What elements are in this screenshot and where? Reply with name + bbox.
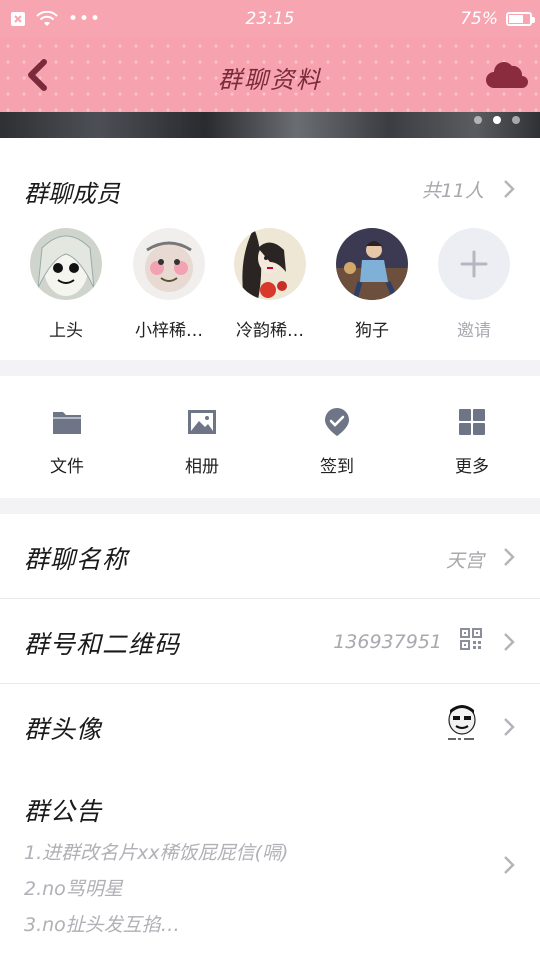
tool-label: 文件 [50, 457, 84, 477]
tool-files[interactable]: 文件 [17, 406, 117, 477]
member-item[interactable]: 冷韵稀… [220, 228, 320, 341]
row-group-name[interactable]: 群聊名称 天宫 [0, 514, 540, 599]
nav-bar: 群聊资料 [0, 38, 540, 112]
folder-icon [51, 406, 83, 438]
member-name: 小梓稀… [135, 321, 203, 341]
battery-percent: 75% [460, 9, 498, 29]
members-header[interactable]: 群聊成员 共11人 [0, 138, 540, 218]
page-dot [474, 116, 482, 124]
members-label: 群聊成员 [24, 180, 120, 208]
cloud-button[interactable] [484, 58, 528, 92]
group-avatar-thumbnail [440, 702, 484, 750]
page-indicator [474, 116, 520, 124]
tool-checkin[interactable]: 签到 [287, 406, 387, 477]
member-item[interactable]: 小梓稀… [119, 228, 219, 341]
section-divider [0, 360, 540, 376]
row-label: 群聊名称 [24, 545, 129, 574]
avatar [30, 228, 102, 300]
grid-icon [456, 406, 488, 438]
status-bar: ••• 23:15 75% [0, 0, 540, 38]
member-name: 上头 [49, 321, 83, 341]
row-label: 群公告 [24, 797, 103, 826]
members-section: 群聊成员 共11人 上头 小梓稀… 冷韵稀… 狗子 邀请 [0, 138, 540, 360]
row-label: 群头像 [24, 715, 103, 744]
battery-icon [506, 12, 535, 26]
avatar [234, 228, 306, 300]
group-banner[interactable] [0, 112, 540, 138]
chevron-right-icon [502, 854, 516, 876]
row-group-notice[interactable]: 群公告 1.进群改名片xx稀饭屁屁信(嗝) 2.no骂明星 3.no扯头发互掐… [0, 768, 540, 960]
member-item[interactable]: 上头 [16, 228, 116, 341]
chevron-right-icon [502, 716, 516, 738]
row-label: 群号和二维码 [24, 630, 181, 659]
row-group-number[interactable]: 群号和二维码 136937951 [0, 599, 540, 684]
chevron-right-icon [502, 546, 516, 568]
row-group-avatar[interactable]: 群头像 [0, 684, 540, 769]
qr-code-icon[interactable] [460, 628, 482, 654]
notice-line: 1.进群改名片xx稀饭屁屁信(嗝) [24, 842, 289, 864]
page-dot [493, 116, 501, 124]
tool-more[interactable]: 更多 [422, 406, 522, 477]
tool-label: 签到 [320, 457, 354, 477]
invite-button[interactable]: 邀请 [424, 228, 524, 341]
invite-label: 邀请 [457, 321, 491, 341]
tool-album[interactable]: 相册 [152, 406, 252, 477]
plus-icon [438, 228, 510, 300]
member-item[interactable]: 狗子 [322, 228, 422, 341]
chevron-right-icon [502, 178, 516, 200]
group-name-value: 天宫 [445, 550, 484, 572]
group-number-value: 136937951 [333, 631, 442, 653]
section-divider [0, 498, 540, 514]
tool-label: 相册 [185, 457, 219, 477]
notice-line: 2.no骂明星 [24, 878, 123, 900]
page-dot [512, 116, 520, 124]
battery-fill [509, 15, 523, 23]
avatar [336, 228, 408, 300]
page-title: 群聊资料 [218, 66, 322, 94]
avatar [133, 228, 205, 300]
cloud-icon [486, 62, 528, 88]
member-name: 狗子 [355, 321, 389, 341]
tool-label: 更多 [455, 457, 489, 477]
member-name: 冷韵稀… [236, 321, 304, 341]
members-count: 共11人 [421, 180, 484, 202]
photo-icon [186, 406, 218, 438]
check-badge-icon [321, 406, 353, 438]
notice-line: 3.no扯头发互掐… [24, 914, 180, 936]
status-time: 23:15 [245, 9, 295, 29]
tool-bar: 文件 相册 签到 更多 [0, 376, 540, 498]
chevron-right-icon [502, 631, 516, 653]
